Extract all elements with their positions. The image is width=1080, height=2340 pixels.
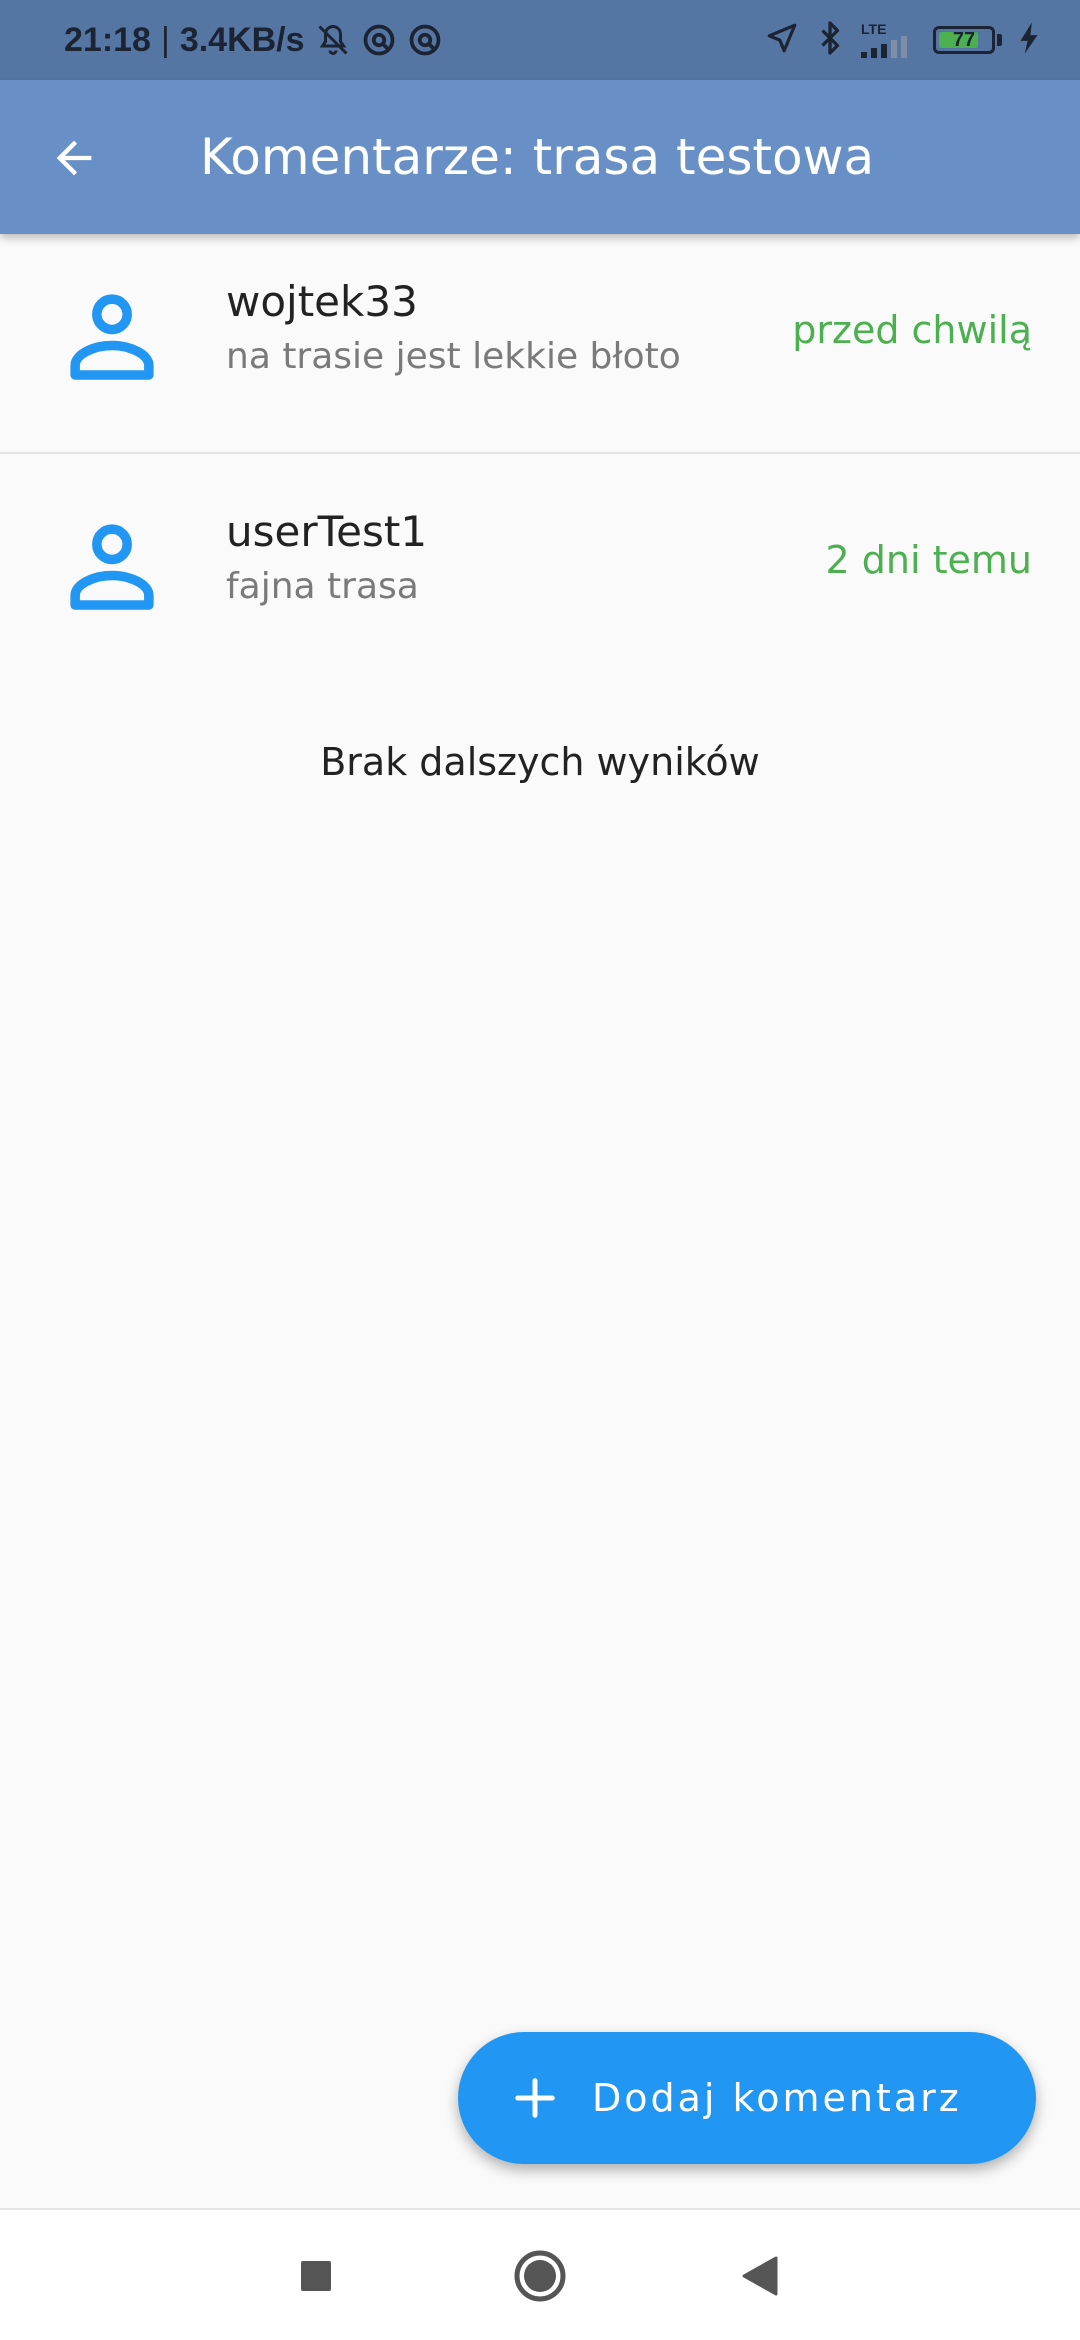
battery-icon: 77 [933,26,995,54]
system-back-button[interactable] [728,2244,792,2308]
comment-time: przed chwilą [792,308,1032,352]
battery-level: 77 [952,28,976,51]
network-speed: 3.4KB/s [179,20,305,59]
comment-text-block: wojtek33 na trasie jest lekkie błoto [226,274,681,384]
comment-body: fajna trasa [226,566,419,607]
status-right: LTE 77 [765,0,1040,80]
comment-author: userTest1 [226,507,428,556]
status-time: 21:18 [64,20,151,59]
plus-icon [515,2078,555,2118]
signal-icon: LTE [861,22,917,58]
charging-icon [1018,21,1040,59]
add-comment-button[interactable]: Dodaj komentarz [458,2032,1036,2164]
bluetooth-icon [815,20,845,60]
add-comment-label: Dodaj komentarz [592,2076,962,2120]
screen: 21:18 | 3.4KB/s LTE 77 Komentarze: trasa… [0,0,1080,2340]
home-circle-icon [514,2250,566,2302]
notifications-off-icon [315,22,351,58]
page-title: Komentarze: trasa testowa [200,128,875,186]
back-button[interactable] [34,120,114,196]
comment-item[interactable]: userTest1 fajna trasa 2 dni temu [0,454,1080,674]
no-more-results: Brak dalszych wyników [320,740,760,784]
app-icon [407,22,443,58]
system-nav-bar [0,2208,1080,2340]
status-bar: 21:18 | 3.4KB/s LTE 77 [0,0,1080,80]
status-separator: | [160,20,170,59]
recents-square-icon [301,2261,331,2291]
comment-list: wojtek33 na trasie jest lekkie błoto prz… [0,234,1080,674]
person-icon [70,524,154,610]
comment-item[interactable]: wojtek33 na trasie jest lekkie błoto prz… [0,234,1080,454]
person-icon [70,294,154,380]
status-left: 21:18 | 3.4KB/s [64,0,443,80]
back-triangle-icon [742,2256,778,2296]
app-bar: Komentarze: trasa testowa [0,80,1080,234]
network-type: LTE [861,21,887,37]
home-button[interactable] [508,2244,572,2308]
recents-button[interactable] [284,2244,348,2308]
location-arrow-icon [765,21,799,59]
app-icon [361,22,397,58]
comment-author: wojtek33 [226,277,418,326]
battery-tip [997,34,1002,46]
comment-text-block: userTest1 fajna trasa [226,504,427,614]
comment-time: 2 dni temu [825,538,1032,582]
comment-body: na trasie jest lekkie błoto [226,336,681,377]
arrow-back-icon [56,140,92,176]
